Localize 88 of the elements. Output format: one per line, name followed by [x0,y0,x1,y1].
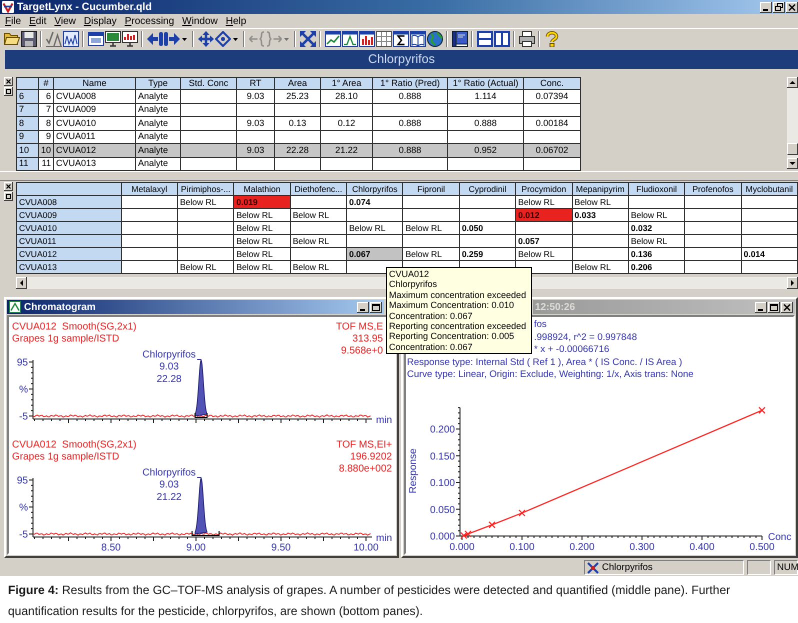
retention-time: 9.03 [159,480,179,490]
table-cell: 25.23 [274,90,321,103]
peak-label: Chlorpyrifos [142,350,196,360]
table-cell: Analyte [136,144,181,157]
tick-label: 95 [16,476,28,486]
tooltip-text: Reporting Concentration: 0.005 [389,331,516,342]
table-cell: CVUA010 [54,116,136,130]
retention-time: 9.03 [159,362,179,372]
tick-label: 0.100 [430,478,455,489]
table-cell: 0.888 [372,116,448,130]
table-cell: 0.07394 [524,90,581,103]
table-cell: 21.22 [320,144,373,157]
tick-label: 95 [16,358,28,368]
axis-title: Response [408,448,419,494]
trace-info: 9.568e+0 [341,346,383,356]
status-indicator: NUM [774,560,798,575]
table-cell: 10 [38,144,54,157]
curve-info: .998924, r^2 = 0.997848 [534,332,638,344]
table-cell: 0.888 [372,144,448,157]
table-cell: 0.06702 [524,144,581,157]
tooltip-text: Chlorpyrifos [389,279,438,290]
table-cell: CVUA012 [54,144,136,157]
tick-label: 0.500 [749,542,775,553]
trace-title: CVUA012 Smooth(SG,2x1) [12,322,136,332]
table-cell: 8 [38,116,54,130]
tick-label: 0.050 [430,504,455,516]
curve-info: fos [534,319,548,332]
tick-label: 0.200 [569,542,595,553]
table-cell: 0.952 [448,144,524,157]
peak-area-value: 22.28 [156,374,182,385]
table-cell: 6 [38,90,54,103]
axis-title: min [376,415,392,426]
window-title: 12:50:26 [535,300,576,314]
tick-label: 0.000 [449,542,475,553]
tick-label: 0.000 [430,532,455,542]
tick-label: 0.200 [430,424,455,436]
figure-caption: Figure 4: Results from the GC–TOF-MS analysis of grapes. A number of pesticides were detected and quantified (middle pane). Further quantification results for the pesticide, chlorpyrifos, are shown (bottom panes). [7,582,732,620]
tooltip-text: Reporting concentration exceeded [389,321,528,332]
tooltip-text: Maximum concentration exceeded [389,290,528,300]
tooltip-text: Concentration: 0.067 [389,342,474,352]
tick-label: -5 [19,412,28,422]
table-cell: 0.888 [448,116,524,130]
table-cell: 9.03 [236,90,275,103]
trace-info: 196.9202 [350,452,392,462]
table-cell: 1.114 [448,90,524,103]
tooltip-text: CVUA012 [389,269,430,280]
tick-label: 9.00 [186,542,206,553]
table-cell: Analyte [136,90,181,103]
compound-header: Chlorpyrifos [5,50,798,69]
axis-title: % [19,384,28,396]
trace-title: CVUA012 Smooth(SG,2x1) [12,440,136,450]
trace-info: 8.880e+002 [338,464,392,474]
table-cell: Analyte [136,116,181,130]
peak-area-value: 21.22 [156,492,182,503]
table-cell: 0.00184 [524,116,581,130]
tooltip-text: Concentration: 0.067 [389,310,474,322]
status-text: Chlorpyrifos [602,561,653,574]
tick-label: -5 [19,530,28,540]
tick-label: 8.50 [101,542,121,553]
table-cell: 0.888 [372,90,448,103]
window-title: Chromatogram [24,300,96,314]
tick-label: 0.300 [629,542,655,553]
trace-description: Grapes 1g sample/ISTD [12,452,120,462]
curve-info: * x + -0.00066716 [534,344,610,356]
tick-label: 0.400 [689,542,715,553]
table-cell: CVUA008 [54,90,136,103]
trace-info: TOF MS,E [336,322,383,332]
tick-label: 10.00 [353,542,379,553]
axis-title: min [376,533,392,544]
table-cell: 22.28 [274,144,321,157]
table-cell: 28.10 [320,90,373,103]
peak-label: Chlorpyrifos [142,468,196,478]
tick-label: 0.100 [509,542,535,553]
table-cell: 9.03 [236,144,275,157]
curve-info: Response type: Internal Std ( Ref 1 ), Area * ( IS Conc. / IS Area ) [407,356,684,369]
trace-info: 313.95 [352,334,383,344]
trace-info: TOF MS,EI+ [336,440,392,450]
axis-title: Conc [768,532,792,543]
table-cell: 9.03 [236,116,275,130]
tooltip-text: Maximum Concentration: 0.010 [389,300,516,311]
curve-info: Curve type: Linear, Origin: Exclude, Weighting: 1/x, Axis trans: None [407,369,695,382]
table-cell: 0.12 [320,116,373,130]
table-cell: 0.13 [274,116,321,130]
window-title: TargetLynx - Cucumber.qld [17,0,152,14]
axis-title: % [19,502,28,514]
tick-label: 9.50 [271,542,291,553]
tick-label: 0.150 [430,451,455,462]
trace-description: Grapes 1g sample/ISTD [12,334,120,344]
